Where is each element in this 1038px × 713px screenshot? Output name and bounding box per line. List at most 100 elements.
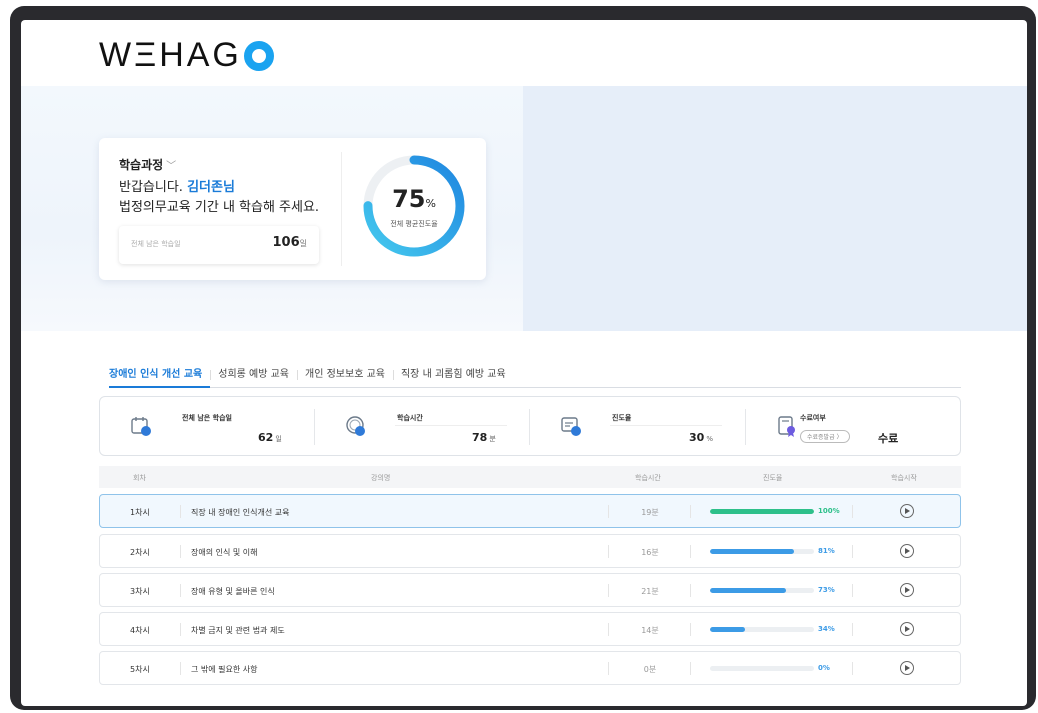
header-round: 회차 bbox=[133, 474, 146, 482]
play-icon[interactable] bbox=[900, 504, 914, 518]
row-title: 차별 금지 및 관련 법과 제도 bbox=[191, 626, 285, 635]
row-separator bbox=[852, 584, 853, 597]
row-time: 0분 bbox=[643, 665, 657, 674]
screen: WΞHAG 학습과정 ﹀ 반갑습니다. 김더존님 법정의무교육 기간 내 학습해 … bbox=[21, 20, 1027, 706]
tab-disability-awareness[interactable]: 장애인 인식 개선 교육 bbox=[109, 368, 211, 388]
row-round: 1차시 bbox=[130, 508, 150, 517]
stat-progress: 진도율 30% bbox=[530, 397, 746, 457]
row-time: 19분 bbox=[641, 508, 659, 517]
table-row[interactable]: 5차시 그 밖에 필요한 사항 0분 0% bbox=[99, 651, 961, 685]
header-progress: 진도율 bbox=[763, 474, 783, 482]
stat-progress-number: 30 bbox=[689, 431, 705, 444]
table-row[interactable]: 1차시 직장 내 장애인 인식개선 교육 19분 100% bbox=[99, 494, 961, 528]
stat-remaining-unit: 일 bbox=[275, 435, 282, 443]
row-progress-fill bbox=[710, 588, 786, 593]
tab-privacy[interactable]: 개인 정보보호 교육 bbox=[297, 368, 393, 388]
stat-progress-unit: % bbox=[706, 435, 713, 443]
stat-time-value: 78 분 bbox=[472, 431, 496, 444]
progress-ring: 75% 전체 평균진도율 bbox=[361, 153, 467, 259]
row-separator bbox=[180, 505, 181, 518]
course-selector[interactable]: 학습과정 ﹀ bbox=[119, 156, 176, 173]
certificate-button[interactable]: 수료증발급 〉 bbox=[800, 430, 850, 443]
course-label: 학습과정 bbox=[119, 158, 164, 172]
header-start: 학습시작 bbox=[891, 474, 917, 482]
row-round: 3차시 bbox=[130, 587, 150, 596]
row-round: 4차시 bbox=[130, 626, 150, 635]
row-separator bbox=[852, 623, 853, 636]
row-separator bbox=[180, 584, 181, 597]
row-progress-fill bbox=[710, 549, 795, 554]
play-icon[interactable] bbox=[900, 661, 914, 675]
remaining-unit: 일 bbox=[299, 239, 307, 248]
wehago-logo[interactable]: WΞHAG bbox=[99, 36, 274, 75]
row-title: 그 밖에 필요한 사항 bbox=[191, 665, 258, 674]
table-row[interactable]: 4차시 차별 금지 및 관련 법과 제도 14분 34% bbox=[99, 612, 961, 646]
row-progress-bar bbox=[710, 627, 814, 632]
chevron-down-icon: ﹀ bbox=[166, 161, 177, 172]
row-title: 장애의 인식 및 이해 bbox=[191, 548, 258, 557]
stat-completion-value: 수료 bbox=[878, 432, 899, 445]
row-separator bbox=[690, 584, 691, 597]
table-row[interactable]: 3차시 장애 유형 및 올바른 인식 21분 73% bbox=[99, 573, 961, 607]
stat-progress-value: 30% bbox=[689, 431, 713, 444]
progress-caption: 전체 평균진도율 bbox=[390, 220, 438, 228]
tab-workplace-bullying[interactable]: 직장 내 괴롭힘 예방 교육 bbox=[392, 368, 514, 388]
row-round: 5차시 bbox=[130, 665, 150, 674]
stat-time-unit: 분 bbox=[489, 435, 496, 443]
row-progress-percent: 73% bbox=[818, 586, 835, 594]
row-title: 직장 내 장애인 인식개선 교육 bbox=[191, 508, 290, 517]
row-separator bbox=[608, 505, 609, 518]
row-separator bbox=[690, 662, 691, 675]
row-separator bbox=[180, 662, 181, 675]
user-name: 김더존님 bbox=[187, 180, 235, 195]
hero-banner bbox=[523, 86, 1027, 331]
row-separator bbox=[690, 623, 691, 636]
table-header: 회차 강의명 학습시간 진도율 학습시작 bbox=[99, 466, 961, 488]
stat-remaining-value: 62 일 bbox=[258, 431, 282, 444]
course-stats: 전체 남은 학습일 62 일 학습시간 78 분 진도율 30% 수료여부 수료… bbox=[99, 396, 961, 456]
instruction-text: 법정의무교육 기간 내 학습해 주세요. bbox=[119, 200, 320, 215]
card-divider bbox=[341, 152, 342, 266]
row-progress-bar bbox=[710, 588, 814, 593]
row-separator bbox=[180, 623, 181, 636]
remaining-label: 전체 남은 학습일 bbox=[131, 240, 181, 248]
row-time: 16분 bbox=[641, 548, 659, 557]
clock-icon bbox=[346, 416, 365, 436]
stat-time-underline bbox=[395, 425, 507, 426]
row-progress-bar bbox=[710, 666, 814, 671]
remaining-number: 106 bbox=[272, 235, 300, 250]
row-separator bbox=[608, 545, 609, 558]
row-separator bbox=[608, 662, 609, 675]
tab-sexual-harassment[interactable]: 성희롱 예방 교육 bbox=[210, 368, 297, 388]
row-separator bbox=[852, 545, 853, 558]
progress-percent: 75% bbox=[361, 185, 467, 213]
row-progress-percent: 100% bbox=[818, 507, 840, 515]
row-separator bbox=[690, 505, 691, 518]
table-row[interactable]: 2차시 장애의 인식 및 이해 16분 81% bbox=[99, 534, 961, 568]
play-icon[interactable] bbox=[900, 544, 914, 558]
play-icon[interactable] bbox=[900, 583, 914, 597]
greeting-prefix: 반갑습니다. bbox=[119, 180, 188, 195]
remaining-value: 106일 bbox=[272, 235, 307, 250]
play-icon[interactable] bbox=[900, 622, 914, 636]
stat-remaining-number: 62 bbox=[258, 431, 274, 444]
row-separator bbox=[852, 662, 853, 675]
stat-completion-label: 수료여부 bbox=[800, 414, 826, 422]
header-title: 강의명 bbox=[371, 474, 391, 482]
row-separator bbox=[852, 505, 853, 518]
remaining-days-box: 전체 남은 학습일 106일 bbox=[119, 226, 319, 264]
row-progress-fill bbox=[710, 627, 746, 632]
stat-time: 학습시간 78 분 bbox=[315, 397, 530, 457]
calendar-icon bbox=[131, 417, 151, 436]
progress-unit: % bbox=[425, 197, 436, 210]
logo-o-icon bbox=[243, 40, 274, 71]
row-separator bbox=[608, 623, 609, 636]
logo-text: WΞHAG bbox=[99, 36, 242, 74]
row-progress-percent: 81% bbox=[818, 547, 835, 555]
row-time: 14분 bbox=[641, 626, 659, 635]
row-title: 장애 유형 및 올바른 인식 bbox=[191, 587, 275, 596]
summary-card: 학습과정 ﹀ 반갑습니다. 김더존님 법정의무교육 기간 내 학습해 주세요. 전… bbox=[99, 138, 486, 280]
row-progress-bar bbox=[710, 549, 814, 554]
row-time: 21분 bbox=[641, 587, 659, 596]
stat-completion: 수료여부 수료증발급 〉 수료 bbox=[746, 397, 962, 457]
